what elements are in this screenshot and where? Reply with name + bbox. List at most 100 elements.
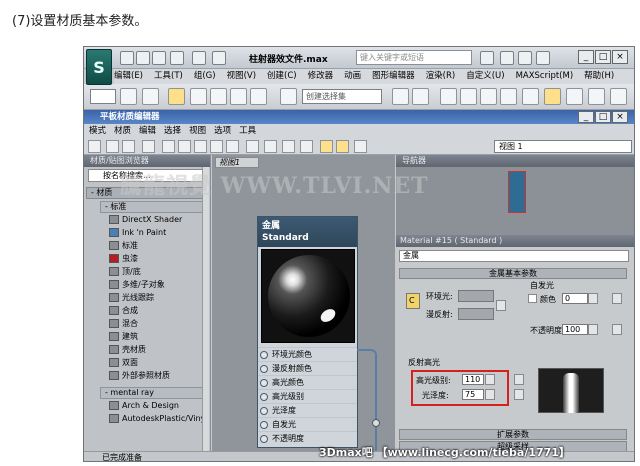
hierarchy-icon[interactable] <box>142 88 159 105</box>
slate-menu-utilities[interactable]: 工具 <box>239 124 256 138</box>
percent-snap-icon[interactable] <box>230 88 247 105</box>
rendered-frame-window-icon[interactable] <box>588 88 605 105</box>
select-object-icon[interactable] <box>168 88 185 105</box>
new-file-icon[interactable] <box>120 51 134 65</box>
redo-icon[interactable] <box>192 51 206 65</box>
background-in-preview-icon[interactable] <box>210 140 223 153</box>
node-slot[interactable]: 不透明度 <box>258 431 357 445</box>
material-name-field[interactable]: 金属 <box>399 250 629 262</box>
list-item[interactable]: Arch & Design <box>108 399 204 412</box>
output-socket-icon[interactable] <box>372 419 380 427</box>
list-item[interactable]: 光线跟踪 <box>108 291 204 304</box>
slate-maximize-button[interactable]: □ <box>595 111 611 123</box>
binoculars-icon[interactable] <box>480 51 494 65</box>
diffuse-color-swatch[interactable] <box>458 308 494 320</box>
lock-ambient-diffuse-icon[interactable] <box>496 300 506 311</box>
menu-group[interactable]: 组(G) <box>194 69 216 84</box>
slate-menu-edit[interactable]: 编辑 <box>139 124 156 138</box>
render-setup-icon[interactable] <box>566 88 583 105</box>
help-question-icon[interactable] <box>536 51 550 65</box>
named-selection-set-dropdown[interactable]: 创建选择集 <box>302 89 382 104</box>
delete-selected-icon[interactable] <box>142 140 155 153</box>
list-item[interactable]: 外部参照材质 <box>108 369 204 382</box>
parameter-editor-icon[interactable] <box>300 140 313 153</box>
ambient-color-swatch[interactable] <box>458 290 494 302</box>
material-map-navigator-icon[interactable] <box>282 140 295 153</box>
menu-help[interactable]: 帮助(H) <box>584 69 614 84</box>
spinner-snap-icon[interactable] <box>250 88 267 105</box>
glossiness-map-button[interactable] <box>514 389 524 400</box>
list-item[interactable]: 壳材质 <box>108 343 204 356</box>
menu-views[interactable]: 视图(V) <box>227 69 256 84</box>
menu-animation[interactable]: 动画 <box>344 69 361 84</box>
mirror-icon[interactable] <box>392 88 409 105</box>
help-search-input[interactable]: 键入关键字或短语 <box>356 50 472 65</box>
list-item[interactable]: 建筑 <box>108 330 204 343</box>
self-illum-color-checkbox[interactable] <box>528 294 537 303</box>
menu-customize[interactable]: 自定义(U) <box>466 69 504 84</box>
layout-all-icon[interactable] <box>246 140 259 153</box>
subgroup-mental-ray[interactable]: - mental ray <box>100 387 204 399</box>
select-tool-icon[interactable] <box>88 140 101 153</box>
slate-close-button[interactable]: × <box>612 111 628 123</box>
save-file-icon[interactable] <box>152 51 166 65</box>
opacity-value-field[interactable]: 100 <box>562 324 588 335</box>
node-slot[interactable]: 自发光 <box>258 417 357 431</box>
select-link-icon[interactable] <box>120 88 137 105</box>
assign-material-icon[interactable] <box>122 140 135 153</box>
close-button[interactable]: × <box>612 50 628 64</box>
specular-level-map-button[interactable] <box>514 374 524 385</box>
angle-snap-icon[interactable] <box>210 88 227 105</box>
opacity-spinner[interactable] <box>588 324 598 335</box>
hide-unused-nodeslots-icon[interactable] <box>178 140 191 153</box>
list-item[interactable]: 双面 <box>108 356 204 369</box>
toggle-navigator-icon[interactable] <box>336 140 349 153</box>
list-item[interactable]: 多维/子对象 <box>108 278 204 291</box>
menu-tools[interactable]: 工具(T) <box>154 69 183 84</box>
material-node[interactable]: 金属 Standard 环境光颜色 漫反射颜色 高光颜色 高光级别 光泽度 自发… <box>257 216 358 448</box>
undo-dropdown[interactable] <box>90 89 116 104</box>
list-item[interactable]: AutodeskPlastic/Vinyl <box>108 412 208 425</box>
layer-manager-icon[interactable] <box>440 88 457 105</box>
toggle-params-icon[interactable] <box>320 140 333 153</box>
slate-menu-modes[interactable]: 模式 <box>89 124 106 138</box>
node-slot[interactable]: 高光颜色 <box>258 375 357 389</box>
menu-graph-editors[interactable]: 图形编辑器 <box>372 69 415 84</box>
grid-icon[interactable] <box>354 140 367 153</box>
ribbon-icon[interactable] <box>460 88 477 105</box>
list-item[interactable]: 合成 <box>108 304 204 317</box>
layout-children-icon[interactable] <box>264 140 277 153</box>
material-editor-icon[interactable] <box>522 88 539 105</box>
move-children-icon[interactable] <box>162 140 175 153</box>
slate-material-editor-icon[interactable] <box>544 88 561 105</box>
menu-modifiers[interactable]: 修改器 <box>308 69 334 84</box>
maximize-button[interactable]: □ <box>595 50 611 64</box>
navigator-panel[interactable]: 导航器 <box>396 155 634 235</box>
slate-menu-select[interactable]: 选择 <box>164 124 181 138</box>
edit-named-selection-icon[interactable] <box>280 88 297 105</box>
node-slot[interactable]: 环境光颜色 <box>258 347 357 361</box>
list-item[interactable]: 顶/底 <box>108 265 204 278</box>
pick-material-icon[interactable] <box>106 140 119 153</box>
background-pattern-icon[interactable] <box>226 140 239 153</box>
list-item[interactable]: 虫漆 <box>108 252 204 265</box>
render-teapot-icon[interactable] <box>610 88 627 105</box>
self-illum-value-field[interactable]: 0 <box>562 293 588 304</box>
slate-menu-material[interactable]: 材质 <box>114 124 131 138</box>
browser-scrollbar[interactable] <box>202 167 209 451</box>
snap-3d-icon[interactable] <box>190 88 207 105</box>
minimize-button[interactable]: _ <box>578 50 594 64</box>
menu-maxscript[interactable]: MAXScript(M) <box>516 69 574 84</box>
communication-center-icon[interactable] <box>500 51 514 65</box>
favorites-star-icon[interactable] <box>518 51 532 65</box>
node-slot[interactable]: 光泽度 <box>258 403 357 417</box>
list-item[interactable]: DirectX Shader <box>108 213 204 226</box>
schematic-view-icon[interactable] <box>500 88 517 105</box>
subgroup-standard[interactable]: - 标准 <box>100 201 204 213</box>
navigator-view-rect[interactable] <box>508 171 526 213</box>
project-folder-icon[interactable] <box>212 51 226 65</box>
menu-create[interactable]: 创建(C) <box>267 69 297 84</box>
view-selector-dropdown[interactable]: 视图 1 <box>494 140 632 153</box>
node-slot[interactable]: 漫反射颜色 <box>258 361 357 375</box>
self-illum-spinner[interactable] <box>588 293 598 304</box>
